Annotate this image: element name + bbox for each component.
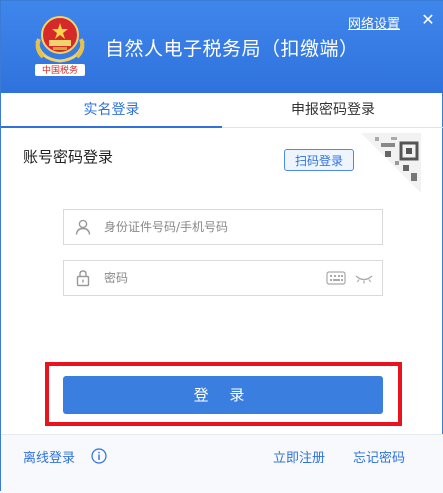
login-window: 中国税务 自然人电子税务局（扣缴端） 网络设置 ✕ 实名登录 申报密码登录 账号… [0, 0, 443, 493]
login-tabs: 实名登录 申报密码登录 [1, 93, 443, 128]
login-button[interactable]: 登 录 [63, 376, 383, 414]
id-number-field[interactable] [63, 209, 383, 245]
password-input[interactable] [104, 267, 324, 289]
user-icon [75, 219, 91, 235]
emblem-caption: 中国税务 [42, 64, 78, 76]
tax-emblem-logo: 中国税务 [35, 16, 85, 76]
id-number-input[interactable] [104, 216, 324, 238]
scan-login-button[interactable]: 扫码登录 [284, 149, 354, 171]
offline-login-link[interactable]: 离线登录 [23, 447, 75, 466]
section-title: 账号密码登录 [23, 148, 114, 166]
network-settings-link[interactable]: 网络设置 [348, 13, 400, 32]
forgot-password-link[interactable]: 忘记密码 [353, 447, 405, 466]
lock-icon [76, 270, 90, 287]
register-link[interactable]: 立即注册 [273, 447, 325, 466]
close-icon[interactable]: ✕ [421, 12, 435, 28]
footer-bar: 离线登录 立即注册 忘记密码 [1, 434, 443, 493]
soft-keyboard-icon[interactable] [326, 270, 346, 286]
tab-real-name-login[interactable]: 实名登录 [1, 93, 222, 128]
eye-closed-icon[interactable] [354, 271, 374, 285]
qr-code-icon[interactable] [361, 133, 421, 193]
app-title: 自然人电子税务局（扣缴端） [105, 38, 359, 60]
password-field[interactable] [63, 260, 383, 296]
app-header: 中国税务 自然人电子税务局（扣缴端） 网络设置 ✕ [1, 1, 443, 93]
tab-declaration-password-login[interactable]: 申报密码登录 [222, 93, 443, 127]
info-icon[interactable] [91, 448, 107, 464]
